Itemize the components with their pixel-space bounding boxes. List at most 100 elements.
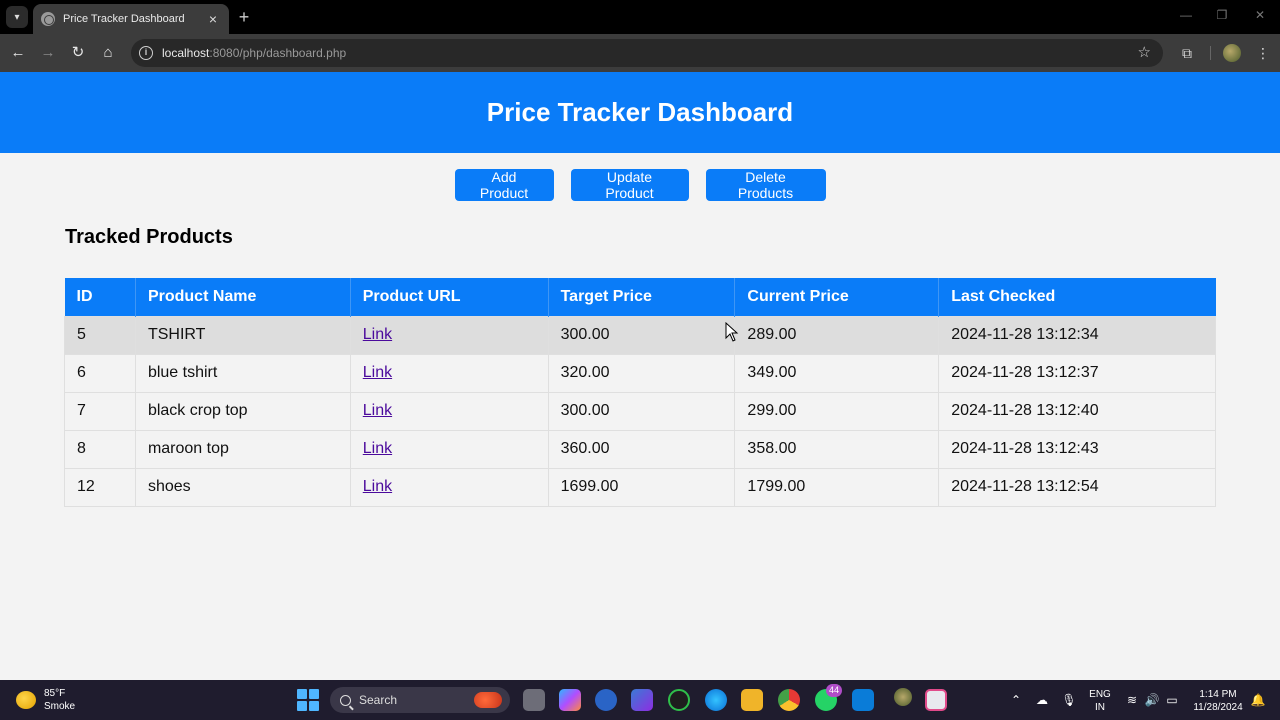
cell-id: 8 bbox=[64, 429, 136, 469]
tray-overflow-chevron-icon[interactable]: ⌃ bbox=[1008, 692, 1024, 708]
cell-product-url: Link bbox=[349, 391, 549, 431]
add-product-button[interactable]: Add Product bbox=[454, 169, 554, 201]
microphone-icon[interactable]: 🎙 bbox=[1061, 692, 1077, 708]
column-header-target-price: Target Price bbox=[548, 278, 736, 316]
browser-toolbar: ← → ↻ ⌂ i localhost:8080/php/dashboard.p… bbox=[0, 34, 1280, 72]
notification-bell-icon[interactable]: 🔔 bbox=[1250, 692, 1266, 708]
cell-product-name: blue tshirt bbox=[134, 353, 351, 393]
close-tab-icon[interactable]: × bbox=[205, 12, 221, 26]
lang-region: IN bbox=[1095, 702, 1105, 713]
chrome-profile-icon[interactable] bbox=[894, 688, 912, 706]
site-info-icon[interactable]: i bbox=[139, 46, 153, 60]
wifi-icon[interactable]: ≋ bbox=[1124, 692, 1140, 708]
forward-arrow-icon[interactable]: → bbox=[38, 43, 58, 63]
cell-product-url: Link bbox=[349, 467, 549, 507]
page-title: Price Tracker Dashboard bbox=[486, 97, 794, 127]
table-row: 6 blue tshirt Link 320.00 349.00 2024-11… bbox=[64, 353, 1216, 393]
column-header-id: ID bbox=[64, 278, 136, 316]
cell-current-price: 299.00 bbox=[734, 391, 940, 431]
jetbrains-icon[interactable] bbox=[631, 689, 653, 711]
home-icon[interactable]: ⌂ bbox=[98, 43, 118, 63]
cell-product-name: black crop top bbox=[134, 391, 351, 431]
chrome-icon[interactable] bbox=[778, 689, 800, 711]
cell-target-price: 320.00 bbox=[547, 353, 736, 393]
mouse-cursor-icon bbox=[725, 322, 739, 342]
search-highlight-icon bbox=[474, 692, 502, 708]
android-studio-icon[interactable] bbox=[595, 689, 617, 711]
product-link[interactable]: Link bbox=[363, 326, 392, 343]
cell-last-checked: 2024-11-28 13:12:43 bbox=[938, 429, 1216, 469]
back-arrow-icon[interactable]: ← bbox=[8, 43, 28, 63]
new-tab-plus-icon[interactable]: + bbox=[235, 6, 253, 28]
weather-widget[interactable]: 85°F Smoke bbox=[16, 687, 75, 713]
tab-title: Price Tracker Dashboard bbox=[63, 13, 185, 25]
table-row: 8 maroon top Link 360.00 358.00 2024-11-… bbox=[64, 429, 1216, 469]
whatsapp-badge: 44 bbox=[826, 684, 843, 697]
onedrive-cloud-icon[interactable]: ☁ bbox=[1034, 692, 1050, 708]
window-close-icon[interactable]: ✕ bbox=[1250, 8, 1270, 22]
cell-last-checked: 2024-11-28 13:12:40 bbox=[938, 391, 1216, 431]
cell-product-name: TSHIRT bbox=[134, 315, 351, 355]
column-header-current-price: Current Price bbox=[734, 278, 940, 316]
table-row: 5 TSHIRT Link 300.00 289.00 2024-11-28 1… bbox=[64, 315, 1216, 355]
table-header-row: ID Product Name Product URL Target Price… bbox=[64, 278, 1216, 316]
cell-target-price: 1699.00 bbox=[547, 467, 736, 507]
tab-search-chevron-icon[interactable]: ▾ bbox=[6, 6, 28, 28]
page-header: Price Tracker Dashboard bbox=[0, 72, 1280, 153]
weather-sun-icon bbox=[16, 691, 36, 709]
cell-id: 6 bbox=[64, 353, 136, 393]
battery-icon[interactable]: ▭ bbox=[1164, 692, 1180, 708]
cell-id: 5 bbox=[64, 315, 136, 355]
cell-last-checked: 2024-11-28 13:12:54 bbox=[938, 467, 1216, 507]
taskbar: 85°F Smoke Search 44 ⌃ ☁ 🎙 ENG IN ≋ 🔊 ▭ … bbox=[0, 680, 1280, 720]
column-header-product-name: Product Name bbox=[135, 278, 351, 316]
cell-target-price: 360.00 bbox=[547, 429, 736, 469]
restore-icon[interactable]: ❐ bbox=[1212, 8, 1232, 22]
toolbar-divider bbox=[1210, 46, 1211, 60]
cell-product-url: Link bbox=[349, 429, 549, 469]
address-bar[interactable]: i localhost:8080/php/dashboard.php ☆ bbox=[131, 39, 1163, 67]
file-explorer-icon[interactable] bbox=[741, 689, 763, 711]
product-link[interactable]: Link bbox=[363, 364, 392, 381]
task-view-icon[interactable] bbox=[523, 689, 545, 711]
cell-product-url: Link bbox=[349, 353, 549, 393]
cell-product-name: shoes bbox=[134, 467, 351, 507]
products-table: ID Product Name Product URL Target Price… bbox=[64, 278, 1216, 507]
table-row: 12 shoes Link 1699.00 1799.00 2024-11-28… bbox=[64, 467, 1216, 507]
section-title: Tracked Products bbox=[65, 226, 233, 248]
browser-tab-active[interactable]: Price Tracker Dashboard × bbox=[33, 4, 229, 34]
extensions-puzzle-icon[interactable]: ⧉ bbox=[1177, 43, 1197, 63]
product-link[interactable]: Link bbox=[363, 402, 392, 419]
language-indicator[interactable]: ENG IN bbox=[1088, 688, 1112, 714]
windows-start-icon[interactable] bbox=[297, 689, 319, 711]
cell-product-url: Link bbox=[349, 315, 549, 355]
cell-current-price: 349.00 bbox=[734, 353, 940, 393]
clock[interactable]: 1:14 PM 11/28/2024 bbox=[1188, 688, 1248, 714]
reload-icon[interactable]: ↻ bbox=[68, 43, 88, 63]
profile-avatar[interactable] bbox=[1223, 44, 1241, 62]
cell-last-checked: 2024-11-28 13:12:34 bbox=[938, 315, 1216, 355]
edge-icon[interactable] bbox=[705, 689, 727, 711]
minimize-icon[interactable]: — bbox=[1176, 8, 1196, 22]
product-link[interactable]: Link bbox=[363, 478, 392, 495]
cell-current-price: 358.00 bbox=[734, 429, 940, 469]
mongodb-icon[interactable] bbox=[668, 689, 690, 711]
cell-last-checked: 2024-11-28 13:12:37 bbox=[938, 353, 1216, 393]
cell-target-price: 300.00 bbox=[547, 391, 736, 431]
clock-time: 1:14 PM bbox=[1199, 689, 1237, 700]
volume-icon[interactable]: 🔊 bbox=[1144, 692, 1160, 708]
lang-code: ENG bbox=[1089, 689, 1111, 700]
cell-current-price: 289.00 bbox=[734, 315, 940, 355]
product-link[interactable]: Link bbox=[363, 440, 392, 457]
delete-products-button[interactable]: Delete Products bbox=[705, 169, 826, 201]
more-menu-icon[interactable]: ⋮ bbox=[1253, 43, 1273, 63]
search-placeholder: Search bbox=[359, 693, 398, 707]
copilot-icon[interactable] bbox=[559, 689, 581, 711]
column-header-last-checked: Last Checked bbox=[938, 278, 1216, 316]
column-header-product-url: Product URL bbox=[350, 278, 549, 316]
vscode-icon[interactable] bbox=[852, 689, 874, 711]
taskbar-search[interactable]: Search bbox=[330, 687, 510, 713]
bookmark-star-icon[interactable]: ☆ bbox=[1138, 44, 1151, 62]
update-product-button[interactable]: Update Product bbox=[570, 169, 689, 201]
snipping-tool-icon[interactable] bbox=[925, 689, 947, 711]
